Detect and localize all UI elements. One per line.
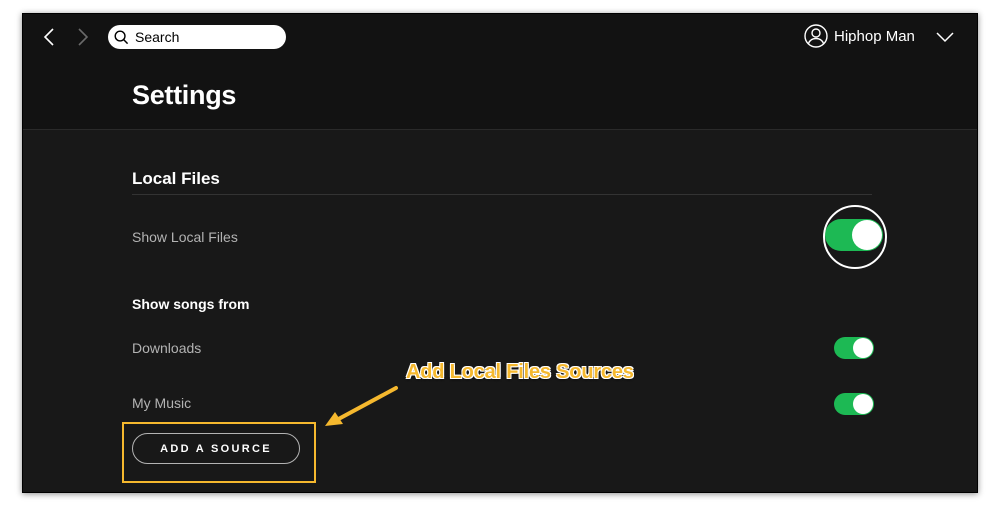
show-local-files-toggle[interactable]: [825, 219, 883, 251]
chevron-down-icon[interactable]: [936, 28, 954, 46]
search-box[interactable]: [108, 25, 286, 49]
toggle-knob: [853, 394, 873, 414]
source-downloads-label: Downloads: [132, 340, 202, 356]
show-songs-from-title: Show songs from: [132, 296, 250, 312]
add-source-button[interactable]: ADD A SOURCE: [132, 433, 300, 464]
source-my-music-label: My Music: [132, 395, 192, 411]
source-downloads-toggle[interactable]: [834, 337, 874, 359]
back-button[interactable]: [39, 26, 59, 48]
top-bar: Hiphop Man Settings: [23, 14, 977, 130]
toggle-knob: [852, 220, 882, 250]
search-input[interactable]: [133, 28, 277, 46]
user-name: Hiphop Man: [834, 27, 915, 45]
show-local-files-label: Show Local Files: [132, 229, 238, 245]
forward-button[interactable]: [73, 26, 93, 48]
source-my-music-toggle[interactable]: [834, 393, 874, 415]
user-avatar-icon: [804, 24, 828, 48]
annotation-arrow-icon: [325, 386, 398, 426]
annotation-label: Add Local Files Sources: [406, 361, 634, 383]
search-icon: [114, 30, 129, 44]
section-title-local-files: Local Files: [132, 169, 220, 188]
chevron-right-icon: [78, 28, 89, 46]
section-divider: [132, 194, 872, 195]
user-menu[interactable]: Hiphop Man: [804, 24, 915, 48]
app-window: Hiphop Man Settings Local Files Show Loc…: [22, 13, 978, 493]
toggle-knob: [853, 338, 873, 358]
page-title: Settings: [132, 80, 237, 110]
chevron-left-icon: [43, 28, 54, 46]
